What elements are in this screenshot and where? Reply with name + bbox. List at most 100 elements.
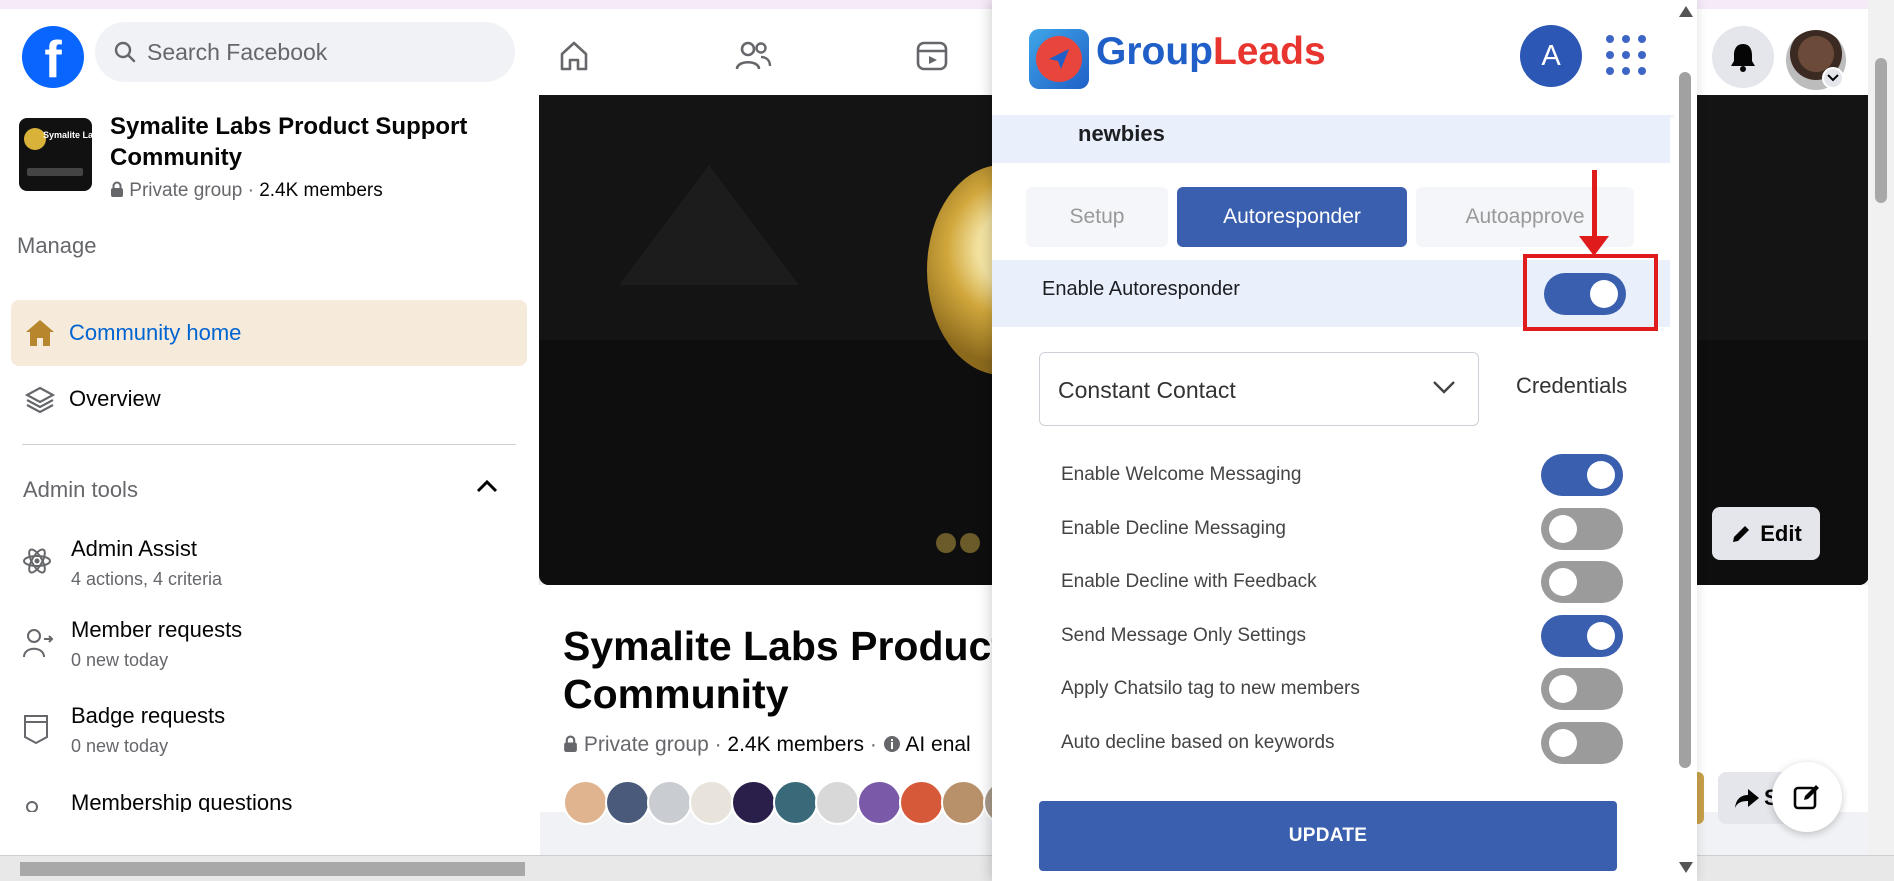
brand-part: Group bbox=[1096, 30, 1213, 73]
groupleads-brand: GroupLeads bbox=[1096, 30, 1326, 74]
person-list-icon bbox=[26, 801, 38, 812]
groupleads-header: GroupLeads A bbox=[992, 0, 1675, 115]
update-button[interactable]: UPDATE bbox=[1039, 801, 1617, 871]
search-icon bbox=[114, 41, 136, 63]
sidebar-item-community-home[interactable]: Community home bbox=[11, 300, 527, 366]
send-message-only-toggle[interactable] bbox=[1541, 615, 1623, 657]
group-title-line: Community bbox=[563, 671, 789, 717]
member-avatar[interactable] bbox=[563, 780, 608, 825]
tool-subtitle: 4 actions, 4 criteria bbox=[71, 569, 223, 589]
settings-tabs: Setup Autoresponder Autoapprove bbox=[1026, 187, 1634, 247]
option-label: Send Message Only Settings bbox=[1061, 625, 1307, 646]
tool-title: Member requests bbox=[71, 617, 243, 642]
sidebar-item-label: Overview bbox=[69, 386, 161, 411]
member-avatar[interactable] bbox=[647, 780, 692, 825]
group-members[interactable]: 2.4K members bbox=[259, 180, 383, 201]
member-avatar[interactable] bbox=[857, 780, 902, 825]
selected-group[interactable]: newbies bbox=[992, 115, 1670, 163]
tool-title: Admin Assist bbox=[71, 536, 197, 561]
credentials-link[interactable]: Credentials bbox=[1516, 373, 1627, 399]
group-name[interactable]: Symalite Labs Product Support Community bbox=[110, 111, 520, 173]
member-avatar[interactable] bbox=[941, 780, 986, 825]
page-scrollbar[interactable] bbox=[1868, 0, 1894, 862]
notifications-button[interactable] bbox=[1712, 26, 1774, 88]
member-avatar[interactable] bbox=[731, 780, 776, 825]
decline-feedback-toggle[interactable] bbox=[1541, 561, 1623, 603]
tool-subtitle: 0 new today bbox=[71, 650, 169, 670]
popup-scrollbar[interactable] bbox=[1675, 0, 1697, 881]
manage-heading: Manage bbox=[17, 233, 97, 258]
atom-icon bbox=[23, 548, 51, 574]
sidebar-footer bbox=[0, 812, 540, 855]
tab-setup[interactable]: Setup bbox=[1026, 187, 1168, 247]
member-avatar[interactable] bbox=[689, 780, 734, 825]
option-label: Enable Decline Messaging bbox=[1061, 518, 1286, 539]
chevron-down-icon[interactable] bbox=[1822, 67, 1844, 89]
home-icon bbox=[26, 320, 54, 346]
option-send-message-only: Send Message Only Settings bbox=[992, 609, 1670, 663]
group-meta: Private group · 2.4K members bbox=[110, 180, 383, 202]
group-privacy: Private group bbox=[583, 733, 709, 756]
annotation-arrow bbox=[1592, 170, 1597, 242]
groupleads-popup: GroupLeads A newbies Setup Autoresponder… bbox=[992, 0, 1697, 881]
option-welcome-messaging: Enable Welcome Messaging bbox=[992, 448, 1670, 502]
option-label: Apply Chatsilo tag to new members bbox=[1061, 678, 1360, 699]
group-title[interactable]: Symalite Labs Product Community bbox=[563, 622, 1023, 718]
tool-title: Badge requests bbox=[71, 703, 226, 728]
badge-icon bbox=[24, 715, 48, 745]
video-nav-icon[interactable] bbox=[907, 31, 957, 81]
chatsilo-tag-toggle[interactable] bbox=[1541, 668, 1623, 710]
group-members[interactable]: 2.4K members bbox=[727, 733, 864, 756]
selected-group-label: newbies bbox=[1078, 121, 1165, 146]
tool-title: Membership questions bbox=[71, 790, 293, 812]
group-privacy: Private group bbox=[129, 180, 243, 201]
option-decline-feedback: Enable Decline with Feedback bbox=[992, 555, 1670, 609]
lock-icon bbox=[564, 735, 577, 752]
group-thumbnail[interactable]: Symalite Labs bbox=[19, 118, 92, 191]
scroll-down-arrow-icon[interactable] bbox=[1679, 862, 1693, 873]
annotation-arrow-head bbox=[1579, 236, 1609, 256]
option-label: Enable Decline with Feedback bbox=[1061, 571, 1317, 592]
bell-icon bbox=[1731, 44, 1755, 72]
lock-icon bbox=[111, 181, 123, 197]
edit-cover-button[interactable]: Edit bbox=[1712, 507, 1820, 560]
account-avatar[interactable]: A bbox=[1520, 25, 1582, 87]
group-header-meta: Private group · 2.4K members · AI enal bbox=[563, 733, 1003, 757]
chevron-up-icon[interactable] bbox=[476, 479, 498, 498]
person-arrow-icon bbox=[23, 629, 54, 658]
enable-autoresponder-label: Enable Autoresponder bbox=[1042, 278, 1240, 300]
auto-decline-keywords-toggle[interactable] bbox=[1541, 722, 1623, 764]
pencil-icon bbox=[1733, 525, 1750, 542]
autoresponder-provider-select[interactable]: Constant Contact bbox=[1039, 352, 1479, 426]
group-ai-label: AI enal bbox=[905, 733, 971, 756]
friends-nav-icon[interactable] bbox=[728, 31, 778, 81]
member-avatar[interactable] bbox=[773, 780, 818, 825]
home-nav-icon[interactable] bbox=[549, 31, 599, 81]
info-icon bbox=[883, 736, 900, 752]
member-avatar[interactable] bbox=[815, 780, 860, 825]
search-input[interactable] bbox=[147, 22, 497, 82]
sidebar-item-overview[interactable]: Overview bbox=[11, 366, 527, 432]
apps-grid-icon[interactable] bbox=[1606, 35, 1646, 75]
group-sidebar: Symalite Labs Symalite Labs Product Supp… bbox=[0, 95, 540, 812]
option-auto-decline-keywords: Auto decline based on keywords bbox=[992, 716, 1670, 770]
sidebar-item-label: Community home bbox=[69, 320, 242, 345]
welcome-messaging-toggle[interactable] bbox=[1541, 454, 1623, 496]
member-avatar[interactable] bbox=[899, 780, 944, 825]
new-message-button[interactable] bbox=[1772, 762, 1842, 832]
brand-part: Leads bbox=[1212, 30, 1326, 73]
provider-value: Constant Contact bbox=[1058, 377, 1236, 403]
facebook-search[interactable] bbox=[95, 22, 515, 82]
sidebar-divider bbox=[22, 444, 516, 445]
member-avatars[interactable] bbox=[563, 780, 1028, 825]
decline-messaging-toggle[interactable] bbox=[1541, 508, 1623, 550]
group-title-line: Symalite Labs Product bbox=[563, 623, 1006, 669]
admin-tools-heading: Admin tools bbox=[23, 477, 138, 502]
layers-icon bbox=[25, 386, 55, 413]
scroll-up-arrow-icon[interactable] bbox=[1679, 6, 1693, 17]
tab-autoresponder[interactable]: Autoresponder bbox=[1177, 187, 1407, 247]
facebook-logo[interactable]: f bbox=[22, 26, 84, 88]
option-decline-messaging: Enable Decline Messaging bbox=[992, 502, 1670, 556]
member-avatar[interactable] bbox=[605, 780, 650, 825]
option-chatsilo-tag: Apply Chatsilo tag to new members bbox=[992, 662, 1670, 716]
